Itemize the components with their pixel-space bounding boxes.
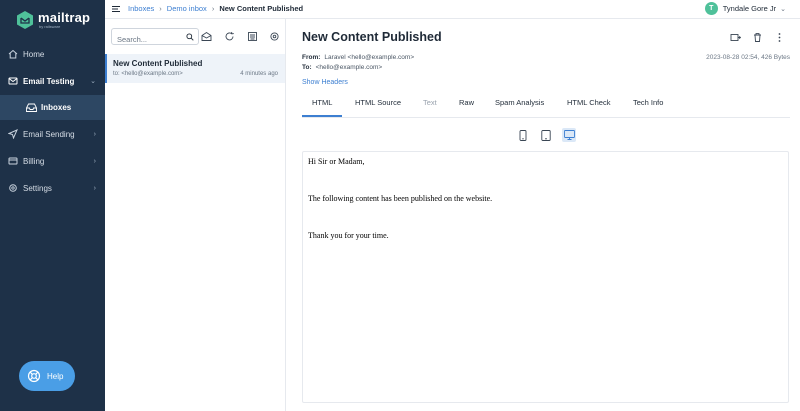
mailtrap-logo[interactable]: mailtrap by railsware [16,8,90,32]
message-time: 4 minutes ago [240,71,278,77]
email-testing-icon [8,77,18,85]
send-icon [8,129,18,139]
message-pane: New Content Published From: Laravel <hell… [286,19,800,411]
sidebar-item-label: Billing [23,156,45,166]
search-box [111,28,199,47]
more-options-icon[interactable] [774,32,785,43]
tablet-view-button[interactable] [539,128,553,142]
menu-icon[interactable] [111,4,121,14]
email-signoff: Thank you for your time. [308,231,389,240]
message-subject: New Content Published [113,59,203,68]
sidebar: mailtrap by railsware Home Email Testing… [0,0,105,411]
message-recipient: to: <hello@example.com> [113,71,183,77]
forward-icon[interactable] [730,32,741,43]
to-line: To: <hello@example.com> [302,64,382,71]
billing-icon [8,157,18,165]
mailtrap-logo-icon [17,11,33,29]
sidebar-item-billing[interactable]: Billing › [0,149,105,173]
tab-html-check[interactable]: HTML Check [567,98,610,118]
user-name: Tyndale Gore Jr [722,4,777,13]
inbox-settings-icon[interactable] [269,31,280,42]
tab-html[interactable]: HTML [301,98,344,118]
inbox-icon [26,103,37,112]
email-paragraph: The following content has been published… [308,194,493,203]
brand-sub: by railsware [39,24,61,29]
refresh-icon[interactable] [224,31,235,42]
breadcrumb-inboxes[interactable]: Inboxes [128,4,154,13]
sidebar-item-label: Inboxes [41,103,72,112]
mobile-view-button[interactable] [516,128,530,142]
breadcrumb-demo-inbox[interactable]: Demo inbox [167,4,207,13]
from-value: Laravel <hello@example.com> [324,54,415,61]
chevron-down-icon: ⌄ [780,5,786,13]
search-icon[interactable] [186,33,194,41]
chevron-right-icon: › [93,184,96,192]
trash-icon[interactable] [752,32,763,43]
sidebar-item-settings[interactable]: Settings › [0,176,105,200]
device-switcher [516,128,585,142]
from-line: From: Laravel <hello@example.com> [302,54,414,61]
sidebar-item-label: Email Sending [23,129,75,139]
mobile-icon [519,129,527,141]
gear-icon [9,184,17,192]
lifebuoy-icon [27,369,41,383]
sidebar-item-label: Settings [23,183,52,193]
avatar: T [704,2,718,15]
clean-inbox-icon[interactable] [247,31,258,42]
email-preview: Hi Sir or Madam, The following content h… [302,151,789,403]
tab-text[interactable]: Text [423,98,437,118]
tabs-divider [302,117,790,118]
chevron-down-icon: ⌄ [90,78,96,85]
breadcrumb-current: New Content Published [219,4,304,13]
show-headers-link[interactable]: Show Headers [302,79,348,86]
tab-spam-analysis[interactable]: Spam Analysis [495,98,544,118]
top-bar: Inboxes › Demo inbox › New Content Publi… [105,0,800,19]
tab-tech-info[interactable]: Tech Info [633,98,663,118]
desktop-view-button[interactable] [562,128,576,142]
message-list-panel: New Content Published to: <hello@example… [105,19,286,411]
sidebar-item-email-sending[interactable]: Email Sending › [0,122,105,146]
message-title: New Content Published [302,30,442,44]
mark-read-icon[interactable] [201,31,212,42]
sidebar-item-email-testing[interactable]: Email Testing ⌄ [0,69,105,93]
chevron-right-icon: › [93,130,96,138]
message-meta: 2023-08-28 02:54, 426 Bytes [706,54,790,61]
tablet-icon [541,129,551,141]
desktop-icon [563,130,575,140]
tab-raw[interactable]: Raw [459,98,474,118]
to-value: <hello@example.com> [315,64,383,71]
from-label: From: [302,54,321,61]
chevron-right-icon: › [93,157,96,165]
brand-name: mailtrap [38,10,91,25]
list-item[interactable]: New Content Published to: <hello@example… [105,54,285,83]
sidebar-item-label: Home [23,49,45,59]
home-icon [8,49,18,59]
sidebar-item-inboxes[interactable]: Inboxes [0,95,105,120]
sidebar-item-label: Email Testing [23,76,75,86]
tab-html-source[interactable]: HTML Source [355,98,401,118]
to-label: To: [302,64,312,71]
help-button[interactable]: Help [19,361,75,391]
help-label: Help [47,371,64,381]
email-greeting: Hi Sir or Madam, [308,157,365,166]
breadcrumb-separator: › [211,4,215,13]
breadcrumb: Inboxes › Demo inbox › New Content Publi… [128,4,303,13]
search-input[interactable] [112,32,180,47]
sidebar-item-home[interactable]: Home [0,42,105,66]
user-menu[interactable]: T Tyndale Gore Jr ⌄ [704,2,786,15]
breadcrumb-separator: › [159,4,162,13]
